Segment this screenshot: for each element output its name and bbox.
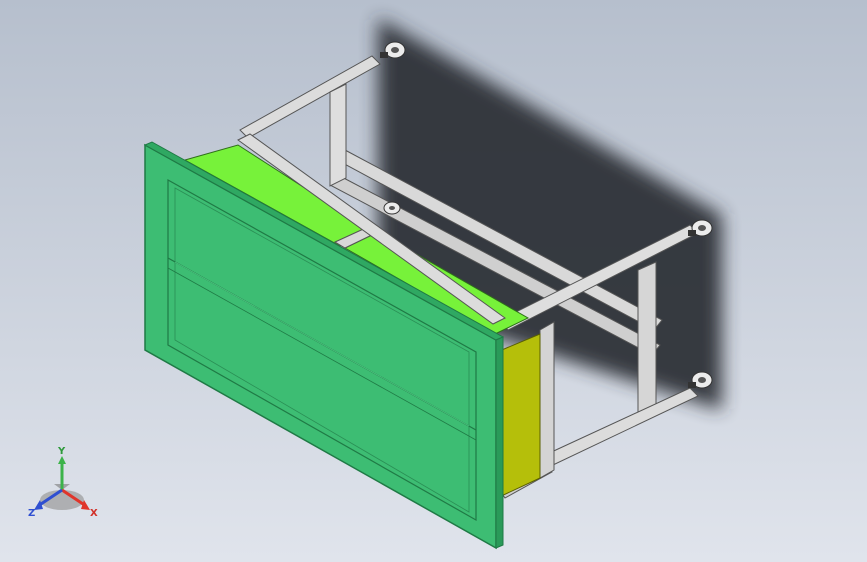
model-view[interactable]: Y X Z [0, 0, 867, 562]
z-label: Z [28, 508, 35, 519]
graphics-viewport[interactable]: Y X Z [0, 0, 867, 562]
y-label: Y [57, 446, 66, 457]
x-label: X [90, 508, 98, 519]
foot-middle [383, 201, 401, 215]
